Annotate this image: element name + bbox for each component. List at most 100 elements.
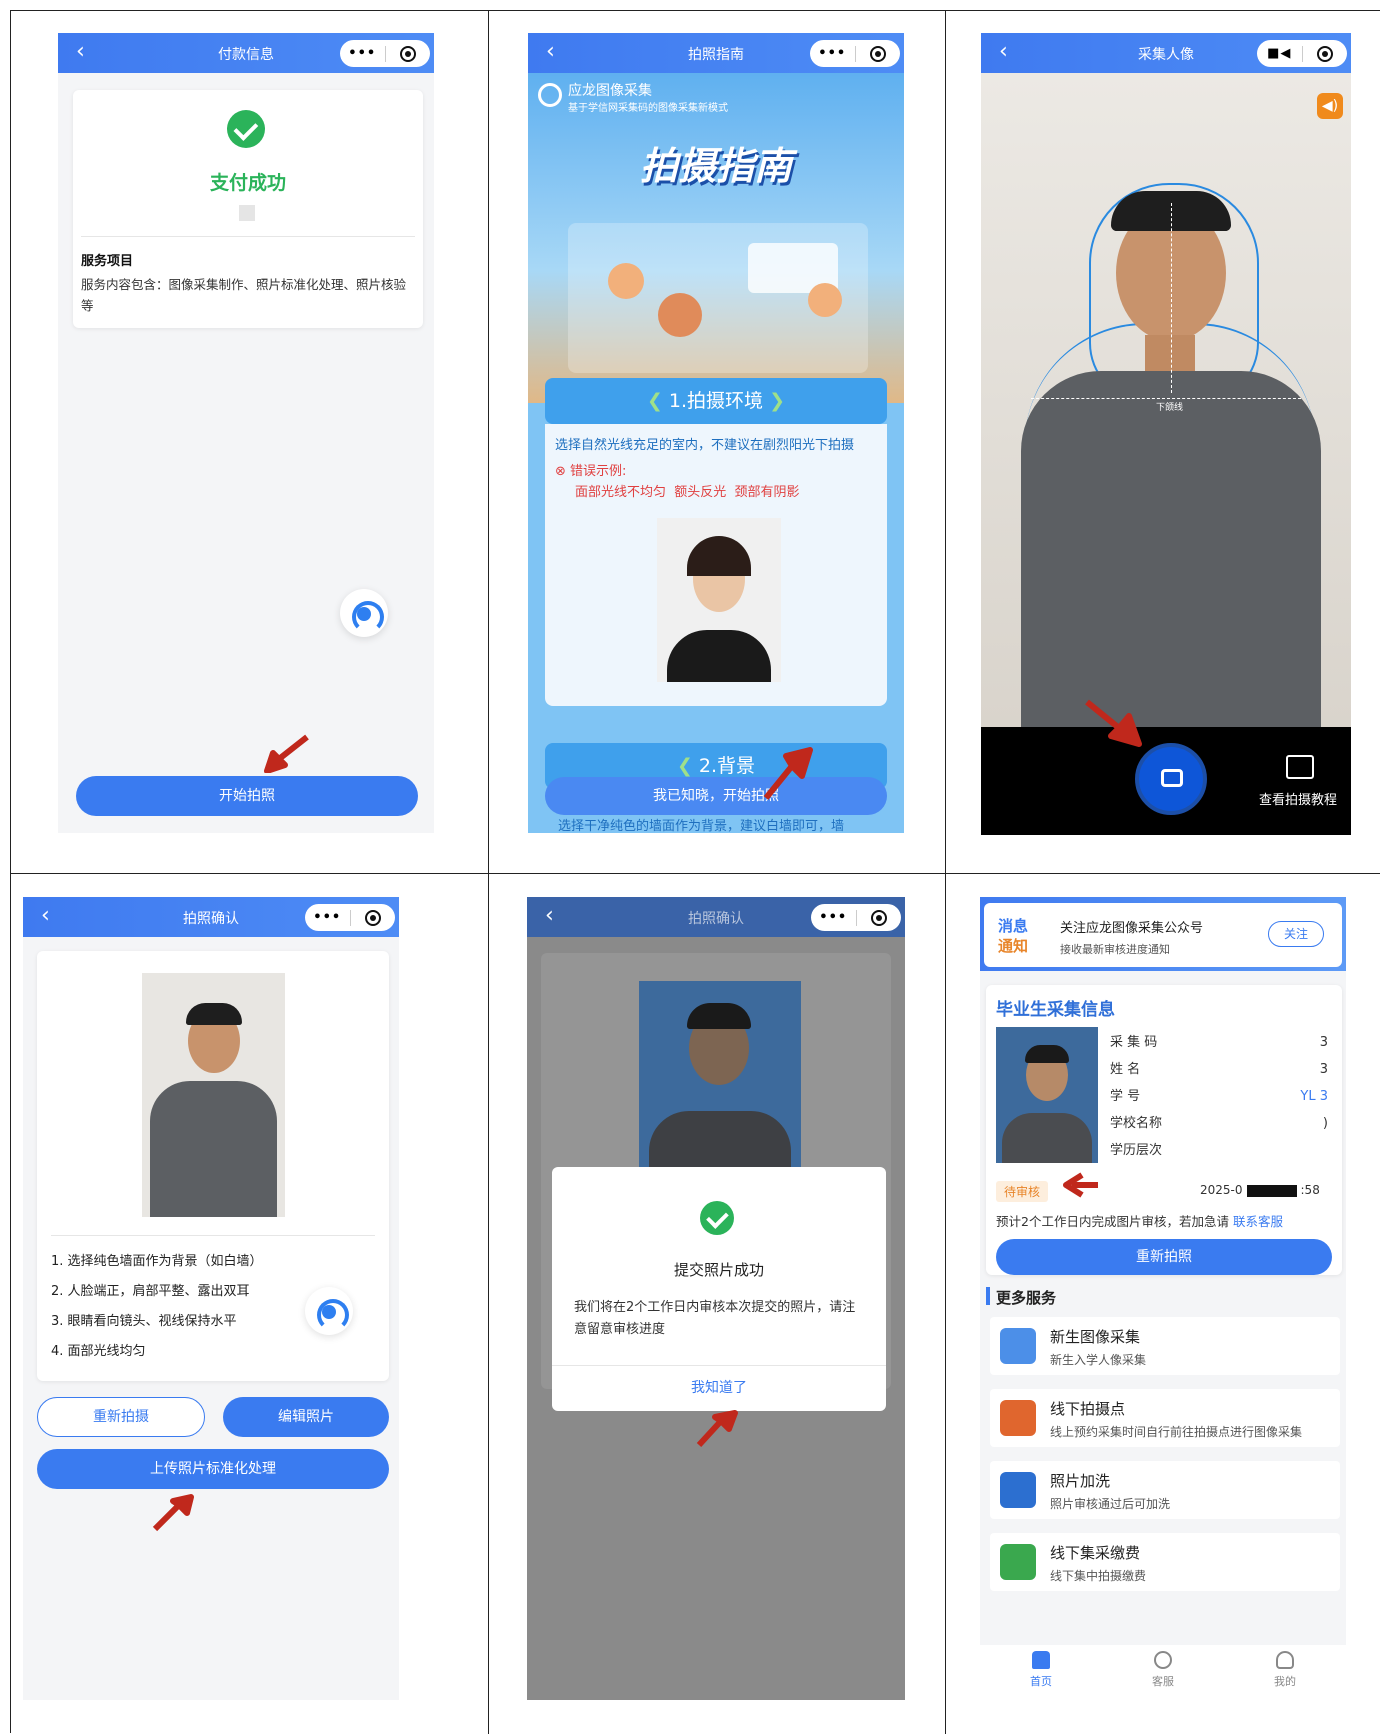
dialog-text: 我们将在2个工作日内审核本次提交的照片，请注意留意审核进度	[574, 1300, 856, 1337]
service-sub: 照片审核通过后可加洗	[1050, 1497, 1171, 1511]
tab-label: 首页	[1030, 1675, 1052, 1688]
close-icon[interactable]	[351, 909, 396, 926]
service-title: 照片加洗	[1050, 1472, 1111, 1490]
env-desc: 选择自然光线充足的室内，不建议在剧烈阳光下拍摄	[555, 438, 855, 453]
service-item[interactable]: 线下集采缴费 线下集中拍摄缴费	[990, 1533, 1340, 1591]
more-icon[interactable]: •••	[810, 46, 855, 61]
camera-preview: ◀) 下颌线	[981, 73, 1351, 727]
mini-program-capsule[interactable]: ■◀	[1257, 40, 1347, 67]
edit-photo-button[interactable]: 编辑照片	[223, 1397, 389, 1437]
field-label: 采 集 码	[1110, 1035, 1158, 1050]
red-arrow-icon	[763, 747, 813, 800]
user-icon	[1276, 1651, 1294, 1669]
sound-icon[interactable]: ◀)	[1317, 93, 1343, 119]
follow-sub: 接收最新审核进度通知	[1060, 943, 1170, 956]
guide-screen: ‹ 拍照指南 ••• 应龙图像采集 基于学信网采集码的图像采集新模式 拍摄指南 …	[528, 33, 904, 833]
close-icon[interactable]	[857, 909, 902, 926]
tab-home[interactable]: 首页	[980, 1645, 1102, 1700]
brand-logo-icon	[538, 83, 562, 107]
close-icon[interactable]	[386, 45, 431, 62]
service-title: 服务项目	[81, 254, 134, 269]
red-arrow-icon	[1085, 699, 1142, 747]
date-right: :58	[1300, 1183, 1320, 1197]
field-value: )	[1322, 1116, 1328, 1131]
person-shirt	[1021, 371, 1321, 727]
section-title: 毕业生采集信息	[996, 1000, 1115, 1020]
tips-list: 1. 选择纯色墙面作为背景（如白墙） 2. 人脸端正，肩部平整、露出双耳 3. …	[51, 1247, 263, 1367]
retake-button[interactable]: 重新拍照	[996, 1239, 1332, 1275]
photo-card: 1. 选择纯色墙面作为背景（如白墙） 2. 人脸端正，肩部平整、露出双耳 3. …	[37, 951, 389, 1381]
field-label: 学历层次	[1110, 1143, 1163, 1158]
bg-desc: 选择干净纯色的墙面作为背景，建议白墙即可，墙	[558, 819, 845, 833]
guide-banner: 应龙图像采集 基于学信网采集码的图像采集新模式 拍摄指南	[528, 73, 904, 403]
start-photo-button[interactable]: 我已知晓，开始拍照	[545, 777, 887, 815]
success-text: 支付成功	[209, 172, 286, 194]
section-env-header: ❮ 1.拍摄环境 ❯	[545, 378, 887, 424]
dialog-ok-button[interactable]: 我知道了	[552, 1377, 886, 1397]
retake-button[interactable]: 重新拍摄	[37, 1397, 205, 1437]
camera-record-icon[interactable]: ■◀	[1257, 46, 1302, 61]
graduate-info-card: 毕业生采集信息 采 集 码 3 姓 名 3 学 号 YL 3 学校名称) 学历层次 待…	[986, 985, 1342, 1275]
nav-bar: ‹ 拍照指南 •••	[528, 33, 904, 73]
wrong-label: ⊗ 错误示例:	[555, 460, 626, 479]
follow-title: 关注应龙图像采集公众号	[1060, 921, 1204, 936]
submit-success-screen: ‹ 拍照确认 ••• 提交照片成功 我们将在2个工作日内审核本次提交的照片，请注…	[527, 897, 905, 1700]
nav-bar: ‹ 采集人像 ■◀	[981, 33, 1351, 73]
confirm-screen: ‹ 拍照确认 ••• 1. 选择纯色墙面作为背景（如白墙） 2. 人脸端正，肩部…	[23, 897, 399, 1700]
close-icon[interactable]	[1303, 45, 1348, 62]
tip-item: 3. 眼睛看向镜头、视线保持水平	[51, 1314, 237, 1329]
service-item[interactable]: 线下拍摄点 线上预约采集时间自行前往拍摄点进行图像采集	[990, 1389, 1340, 1447]
customer-service-icon[interactable]	[305, 1287, 353, 1335]
payment-screen: ‹ 付款信息 ••• 支付成功 服务项目 服务内容包含：图像采集制作、照片标准化…	[58, 33, 434, 833]
mini-program-capsule[interactable]: •••	[811, 904, 901, 931]
service-sub: 线上预约采集时间自行前往拍摄点进行图像采集	[1050, 1425, 1303, 1439]
more-icon[interactable]: •••	[811, 910, 856, 925]
env-card: 选择自然光线充足的室内，不建议在剧烈阳光下拍摄 ⊗ 错误示例: 面部光线不均匀 …	[545, 424, 887, 706]
service-title: 线下拍摄点	[1050, 1400, 1126, 1418]
more-icon[interactable]: •••	[340, 46, 385, 61]
mini-program-capsule[interactable]: •••	[810, 40, 900, 67]
illustration	[568, 223, 868, 373]
capture-screen: ‹ 采集人像 ■◀ ◀) 下颌线 查看拍摄教程	[981, 33, 1351, 835]
follow-button[interactable]: 关注	[1268, 921, 1324, 947]
brand-sub: 基于学信网采集码的图像采集新模式	[568, 103, 728, 114]
chat-icon	[1154, 1651, 1172, 1669]
home-icon	[1032, 1651, 1050, 1669]
mini-program-capsule[interactable]: •••	[340, 40, 430, 67]
camera-icon	[1000, 1328, 1036, 1364]
tab-service[interactable]: 客服	[1102, 1645, 1224, 1700]
more-icon[interactable]: •••	[305, 910, 350, 925]
close-icon[interactable]	[856, 45, 901, 62]
person-neck	[1145, 335, 1195, 375]
field-label: 学 号	[1110, 1089, 1141, 1104]
tab-profile[interactable]: 我的	[1224, 1645, 1346, 1700]
success-icon	[700, 1201, 734, 1235]
dialog-title: 提交照片成功	[673, 1261, 764, 1279]
shutter-button[interactable]	[1135, 743, 1207, 815]
success-dialog: 提交照片成功 我们将在2个工作日内审核本次提交的照片，请注意留意审核进度 我知道…	[552, 1167, 886, 1411]
nav-bar: ‹ 拍照确认 •••	[23, 897, 399, 937]
info-row: 学校名称)	[1110, 1110, 1332, 1137]
home-screen: 消息 通知 关注应龙图像采集公众号 接收最新审核进度通知 关注 毕业生采集信息 …	[980, 897, 1346, 1700]
red-arrow-icon	[1063, 1172, 1098, 1198]
service-item[interactable]: 照片加洗 照片审核通过后可加洗	[990, 1461, 1340, 1519]
customer-service-icon[interactable]	[340, 589, 388, 637]
more-services-title: 更多服务	[996, 1289, 1057, 1307]
upload-button[interactable]: 上传照片标准化处理	[37, 1449, 389, 1489]
camera-icon	[1161, 769, 1183, 787]
info-fields: 采 集 码 3 姓 名 3 学 号 YL 3 学校名称) 学历层次	[1110, 1029, 1332, 1164]
service-title: 新生图像采集	[1050, 1328, 1141, 1346]
message-label: 消息	[998, 917, 1029, 935]
success-icon	[227, 110, 265, 148]
tutorial-icon[interactable]	[1286, 755, 1314, 779]
service-sub: 线下集中拍摄缴费	[1050, 1569, 1147, 1583]
banner-title: 拍摄指南	[639, 144, 792, 188]
service-item[interactable]: 新生图像采集 新生入学人像采集	[990, 1317, 1340, 1375]
mini-program-capsule[interactable]: •••	[305, 904, 395, 931]
start-photo-button[interactable]: 开始拍照	[76, 776, 418, 816]
contact-service-link[interactable]: 联系客服	[1233, 1214, 1283, 1229]
captured-photo	[142, 973, 285, 1217]
tutorial-link[interactable]: 查看拍摄教程	[1259, 789, 1337, 808]
section-bg-title: 2.背景	[698, 755, 756, 777]
payment-card: 支付成功 服务项目 服务内容包含：图像采集制作、照片标准化处理、照片核验等	[73, 90, 423, 328]
